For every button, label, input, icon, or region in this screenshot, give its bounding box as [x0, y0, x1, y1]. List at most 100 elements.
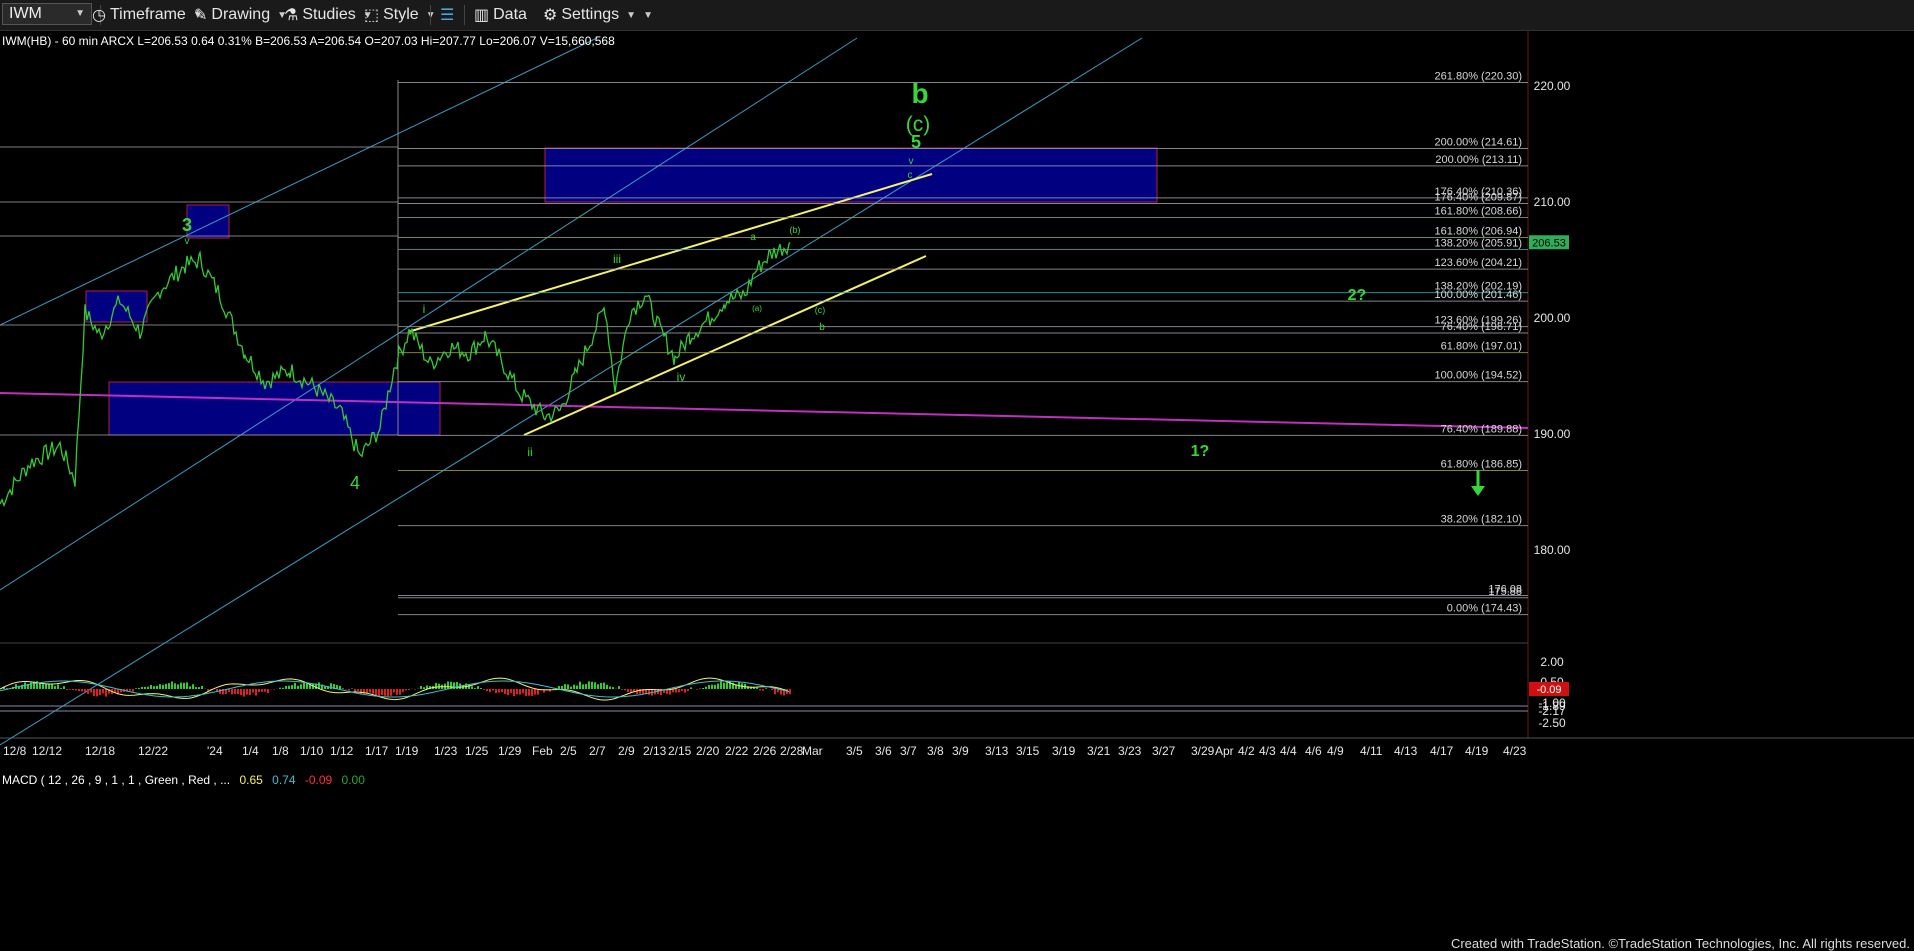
macd-histogram-bar — [168, 683, 170, 689]
symbol-input[interactable]: IWM ▼ — [2, 3, 92, 25]
time-tick-label: 2/20 — [696, 744, 720, 758]
macd-histogram-bar — [705, 686, 707, 689]
macd-histogram-bar — [258, 689, 260, 693]
macd-histogram-bar — [633, 689, 635, 692]
macd-histogram-bar — [762, 689, 764, 691]
time-tick-label: 2/7 — [589, 744, 606, 758]
macd-panel: 2.000.50-1.00-1.89-2.17-2.50-0.09 — [0, 655, 1569, 730]
macd-histogram-bar — [702, 687, 704, 689]
fib-level-label: 100.00% (194.52) — [1435, 370, 1522, 382]
time-tick-label: 3/8 — [927, 744, 944, 758]
macd-histogram-bar — [567, 684, 569, 689]
settings-menu[interactable]: ⚙ Settings ▼ ▼ — [543, 4, 653, 26]
macd-histogram-bar — [774, 689, 776, 695]
copyright-footer: Created with TradeStation. ©TradeStation… — [1450, 936, 1910, 951]
macd-histogram-bar — [288, 685, 290, 689]
time-tick-label: 4/17 — [1430, 744, 1454, 758]
macd-histogram-bar — [447, 681, 449, 689]
macd-tick-label: 2.00 — [1540, 655, 1564, 669]
macd-histogram-bar — [573, 684, 575, 689]
macd-histogram-bar — [192, 684, 194, 689]
price-tick-label: 210.00 — [1534, 195, 1571, 209]
macd-histogram-bar — [198, 687, 200, 689]
macd-histogram-bar — [399, 689, 401, 695]
wave-label: i — [423, 302, 426, 316]
macd-histogram-bar — [531, 689, 533, 696]
macd-histogram-bar — [249, 689, 251, 695]
time-tick-label: 3/9 — [952, 744, 969, 758]
macd-histogram-bar — [237, 689, 239, 695]
macd-histogram-bar — [510, 689, 512, 693]
wave-label: 5 — [911, 132, 921, 152]
macd-histogram-bar — [60, 688, 62, 689]
time-tick-label: 12/8 — [3, 744, 27, 758]
time-tick-label: 1/25 — [465, 744, 489, 758]
price-tick-label: 190.00 — [1534, 427, 1571, 441]
macd-histogram-bar — [585, 684, 587, 689]
time-tick-label: 4/3 — [1259, 744, 1276, 758]
macd-value: 0.65 — [239, 773, 263, 787]
time-axis: 12/8 12/12 12/18 12/22 '24 1/4 1/8 1/10 1/12 1/17… — [3, 744, 1527, 758]
drawing-menu[interactable]: ✎ Drawing ▼ — [194, 4, 287, 26]
macd-histogram-bar — [357, 689, 359, 691]
macd-histogram-bar — [240, 689, 242, 696]
macd-histogram-bar — [582, 684, 584, 689]
fib-level-label: 100.00% (201.46) — [1435, 289, 1522, 301]
macd-histogram-bar — [75, 689, 77, 691]
macd-histogram-bar — [339, 685, 341, 689]
wedge-lower-line — [523, 255, 927, 436]
macd-histogram-bar — [156, 685, 158, 689]
macd-histogram-bar — [132, 689, 134, 692]
macd-histogram-bar — [300, 684, 302, 689]
price-tick-label: 180.00 — [1534, 543, 1571, 557]
macd-histogram-bar — [195, 687, 197, 689]
macd-histogram-bar — [264, 689, 266, 692]
macd-histogram-bar — [102, 689, 104, 694]
timeframe-menu[interactable]: ◷ Timeframe ▼ — [92, 4, 203, 26]
macd-histogram-bar — [162, 684, 164, 689]
chevron-down-icon: ▼ — [75, 8, 85, 19]
macd-histogram-bar — [525, 689, 527, 696]
macd-histogram-bar — [405, 689, 407, 691]
macd-histogram-bar — [684, 689, 686, 693]
price-chart[interactable]: 261.80% (220.30) 200.00% (214.61) 200.00% … — [0, 30, 1914, 951]
wave-label: v — [909, 156, 914, 167]
style-menu[interactable]: ⬚ Style ▼ — [364, 4, 436, 26]
macd-histogram-bar — [408, 689, 410, 691]
time-tick-label: 2/28 — [780, 744, 804, 758]
chevron-down-icon: ▼ — [626, 9, 637, 21]
macd-histogram-bar — [534, 689, 536, 695]
zone-box — [85, 290, 148, 323]
macd-histogram-bar — [516, 689, 518, 695]
macd-histogram-bar — [495, 689, 497, 694]
macd-histogram-bar — [708, 685, 710, 689]
time-tick-label: 1/19 — [395, 744, 419, 758]
macd-histogram-bar — [246, 689, 248, 695]
macd-histogram-bar — [78, 689, 80, 691]
macd-histogram-bar — [129, 689, 131, 691]
macd-histogram-bar — [159, 684, 161, 689]
macd-histogram-bar — [387, 689, 389, 697]
macd-histogram-bar — [138, 687, 140, 689]
macd-histogram-bar — [219, 689, 221, 694]
macd-histogram-bar — [174, 683, 176, 689]
time-tick-label: Feb — [532, 744, 553, 758]
macd-histogram-bar — [45, 683, 47, 689]
macd-zero-value: 0.00 — [342, 773, 366, 787]
clock-icon: ◷ — [92, 7, 106, 24]
down-arrow-head-icon — [1471, 486, 1485, 496]
macd-histogram-bar — [489, 689, 491, 693]
macd-histogram-bar — [498, 689, 500, 693]
studies-menu[interactable]: ⚗ Studies ▼ — [284, 4, 373, 26]
wave-label: ii — [527, 445, 532, 459]
data-menu[interactable]: ▥ Data — [474, 4, 527, 26]
toolbar: IWM ▼ ◷ Timeframe ▼ ✎ Drawing ▼ ⚗ Studie… — [0, 0, 1914, 31]
macd-histogram-bar — [144, 686, 146, 689]
layout-button[interactable]: ☰ — [440, 4, 454, 26]
bar-chart-icon: ▥ — [474, 7, 490, 24]
style-label: Style — [383, 6, 419, 23]
macd-histogram-bar — [471, 686, 473, 689]
time-tick-label: 1/29 — [498, 744, 522, 758]
macd-histogram-bar — [285, 685, 287, 689]
macd-histogram-bar — [507, 689, 509, 696]
